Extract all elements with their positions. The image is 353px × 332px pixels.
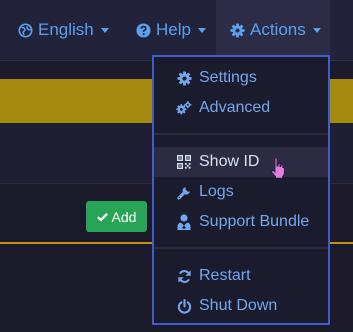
wrench-icon xyxy=(176,184,192,200)
gear-icon xyxy=(230,22,245,38)
language-label: English xyxy=(38,20,94,39)
menu-item-support-bundle[interactable]: Support Bundle xyxy=(154,207,328,237)
menu-item-label: Show ID xyxy=(199,153,260,170)
globe-icon xyxy=(18,22,33,38)
menu-divider xyxy=(154,247,328,249)
chevron-down-icon xyxy=(312,27,321,33)
language-menu-toggle[interactable]: English xyxy=(18,0,109,60)
power-off-icon xyxy=(176,298,192,314)
hand-pointer-cursor-icon xyxy=(270,157,286,179)
chevron-down-icon xyxy=(197,27,206,33)
user-doctor-icon xyxy=(176,214,192,230)
menu-item-advanced[interactable]: Advanced xyxy=(154,93,328,123)
menu-item-show-id[interactable]: Show ID xyxy=(154,147,328,177)
gear-icon xyxy=(176,70,192,86)
actions-dropdown-menu: Settings Advanced Show ID Logs Support B… xyxy=(152,55,330,325)
menu-item-label: Advanced xyxy=(199,99,271,116)
question-circle-icon xyxy=(136,22,151,38)
menu-item-label: Shut Down xyxy=(199,297,278,314)
actions-menu-toggle[interactable]: Actions xyxy=(216,0,330,60)
gears-icon xyxy=(176,100,192,116)
menu-item-label: Logs xyxy=(199,183,234,200)
help-label: Help xyxy=(156,20,191,39)
menu-item-logs[interactable]: Logs xyxy=(154,177,328,207)
menu-item-settings[interactable]: Settings xyxy=(154,63,328,93)
menu-item-label: Settings xyxy=(199,69,257,86)
menu-item-label: Restart xyxy=(199,267,251,284)
check-icon xyxy=(96,209,112,225)
chevron-down-icon xyxy=(100,27,109,33)
menu-item-shut-down[interactable]: Shut Down xyxy=(154,291,328,321)
top-navbar: English Help Actions xyxy=(0,0,353,61)
add-label: Add xyxy=(111,208,137,225)
qrcode-icon xyxy=(176,154,192,170)
refresh-icon xyxy=(176,268,192,284)
add-button[interactable]: Add xyxy=(86,201,147,232)
menu-divider xyxy=(154,133,328,135)
menu-item-restart[interactable]: Restart xyxy=(154,261,328,291)
actions-label: Actions xyxy=(250,20,306,39)
help-menu-toggle[interactable]: Help xyxy=(136,0,206,60)
menu-item-label: Support Bundle xyxy=(199,213,310,230)
